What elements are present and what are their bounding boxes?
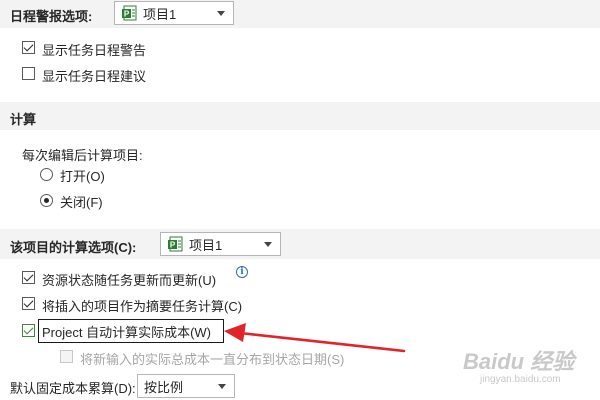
baidu-watermark-logo: Baidu 经验 [463, 349, 575, 374]
baidu-watermark-url: jingyan.baidu.com [480, 374, 561, 385]
red-arrow-annotation [224, 323, 406, 353]
